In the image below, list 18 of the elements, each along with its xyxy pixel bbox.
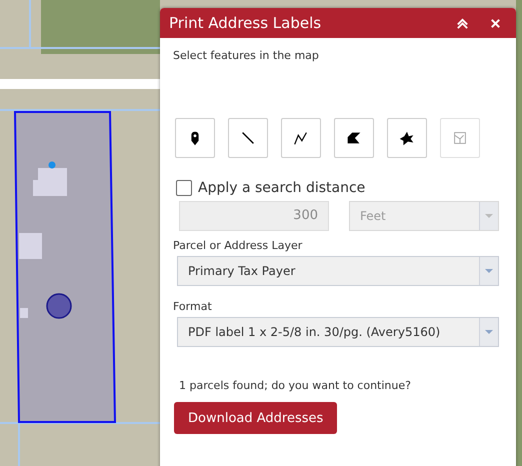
layer-dropdown[interactable]: Primary Tax Payer [177,256,499,286]
search-distance-checkbox[interactable] [176,180,192,196]
polygon-tool-button[interactable] [334,118,374,158]
result-message: 1 parcels found; do you want to continue? [178,379,412,392]
layer-label: Parcel or Address Layer [173,239,304,252]
close-icon[interactable] [489,16,502,30]
format-label: Format [173,300,213,313]
freehand-tool-button[interactable] [387,118,427,158]
parcel-icon [451,129,469,147]
download-button[interactable]: Download Addresses [174,402,338,434]
instruction-text: Select features in the map [173,49,320,62]
panel-title: Print Address Labels [169,14,322,32]
collapse-icon[interactable] [456,16,469,30]
search-distance-label: Apply a search distance [198,180,366,196]
point-tool-button[interactable] [175,118,215,158]
polyline-tool-button[interactable] [281,118,321,158]
format-dropdown[interactable]: PDF label 1 x 2-5/8 in. 30/pg. (Avery5160) [177,317,499,347]
blob-icon [398,129,416,147]
